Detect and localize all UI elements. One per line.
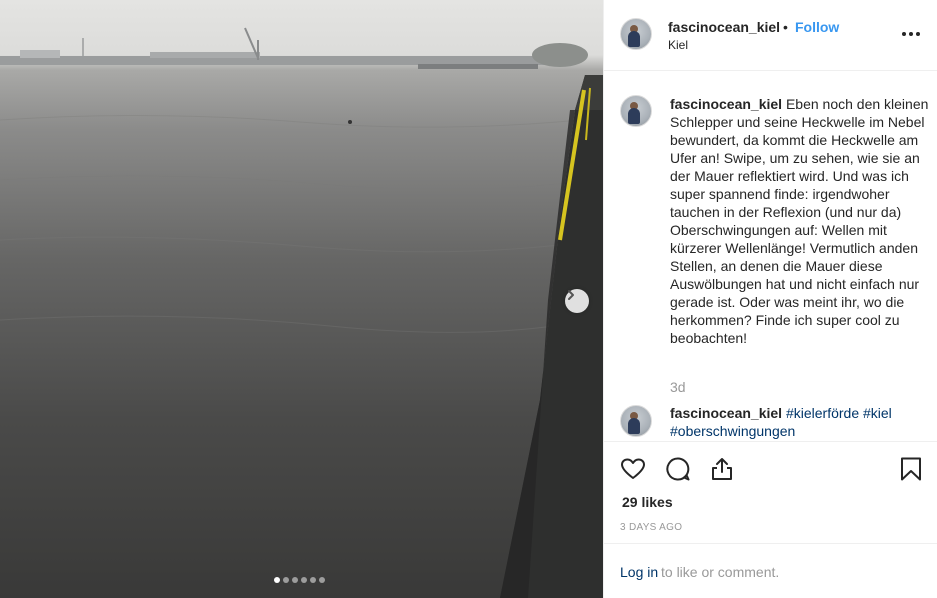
post-header: fascinocean_kiel • Follow Kiel [604,0,937,71]
carousel-dot [301,577,307,583]
harbor-scene [0,27,603,598]
caption-time: 3d [670,379,686,395]
login-link[interactable]: Log in [620,564,658,580]
avatar[interactable] [620,405,652,437]
trees [532,43,588,67]
bird [348,120,352,124]
far-building [150,52,260,58]
pier [418,64,538,69]
next-slide-button[interactable] [565,289,589,313]
comments-section[interactable]: fascinocean_kiel Eben noch den kleinen S… [604,71,937,441]
location-link[interactable]: Kiel [668,38,688,52]
bookmark-icon[interactable] [898,456,924,482]
more-options-icon[interactable] [899,24,923,44]
avatar[interactable] [620,18,652,50]
post-photo[interactable] [0,0,603,598]
follow-button[interactable]: Follow [795,19,839,35]
chevron-right-icon [568,290,574,300]
carousel-dot [319,577,325,583]
carousel-dot [292,577,298,583]
post-timestamp: 3 DAYS AGO [620,522,683,533]
quay-wall [500,75,603,598]
comment-username[interactable]: fascinocean_kiel [670,405,782,421]
carousel-dot [283,577,289,583]
action-bar: 29 likes 3 DAYS AGO [604,441,937,544]
avatar[interactable] [620,95,652,127]
header-username[interactable]: fascinocean_kiel [668,19,780,35]
share-icon[interactable] [709,456,735,482]
carousel-dot [310,577,316,583]
login-prompt-text: to like or comment. [661,564,780,580]
far-shore [0,56,560,65]
caption-username[interactable]: fascinocean_kiel [670,96,782,112]
comment-icon[interactable] [665,456,691,482]
login-prompt: Log in to like or comment. [604,543,937,598]
likes-count[interactable]: 29 likes [622,494,673,510]
hashtag-link[interactable]: #kielerförde [786,405,859,421]
water-ripples [0,114,601,333]
hashtag-link[interactable]: #kiel [863,405,892,421]
heart-icon[interactable] [620,456,646,482]
far-building [20,50,60,58]
post-panel: fascinocean_kiel • Follow Kiel fascinoce… [603,0,937,598]
hashtag-link[interactable]: #oberschwingungen [670,423,795,439]
hashtag-comment: fascinocean_kiel #kielerförde #kiel #obe… [670,404,932,440]
caption: fascinocean_kiel Eben noch den kleinen S… [670,95,932,347]
carousel-dot [274,577,280,583]
carousel-indicator [274,577,325,583]
separator-dot: • [783,19,788,35]
caption-text: Eben noch den kleinen Schlepper und sein… [670,96,929,346]
